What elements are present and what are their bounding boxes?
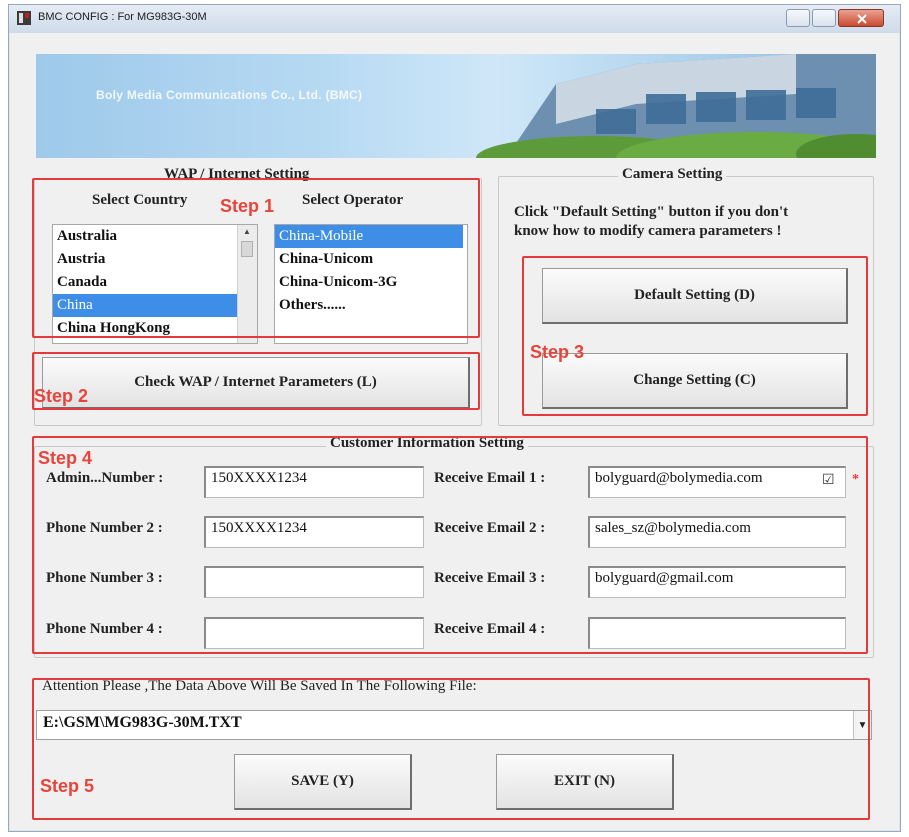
step4-label: Step 4 [38, 448, 93, 468]
banner-image: Boly Media Communications Co., Ltd. (BMC… [36, 54, 876, 158]
window-title: BMC CONFIG : For MG983G-30M [38, 11, 207, 23]
step2-highlight [32, 352, 480, 410]
step3-highlight [522, 256, 868, 416]
step2-label: Step 2 [34, 386, 89, 406]
close-button[interactable] [838, 9, 884, 27]
close-icon [857, 14, 867, 24]
banner-company-name: Boly Media Communications Co., Ltd. (BMC… [96, 88, 363, 102]
minimize-button[interactable] [786, 9, 810, 27]
step1-label: Step 1 [220, 196, 275, 216]
building-illustration [476, 54, 876, 158]
camera-hint-line1: Click "Default Setting" button if you do… [514, 204, 789, 220]
maximize-button[interactable] [812, 9, 836, 27]
step4-highlight [32, 436, 868, 654]
camera-hint-line2: know how to modify camera parameters ! [514, 223, 782, 239]
step3-label: Step 3 [530, 342, 585, 362]
camera-group-title: Camera Setting [618, 166, 727, 183]
app-icon [17, 11, 31, 25]
step5-highlight [32, 678, 870, 820]
step5-label: Step 5 [40, 776, 95, 796]
